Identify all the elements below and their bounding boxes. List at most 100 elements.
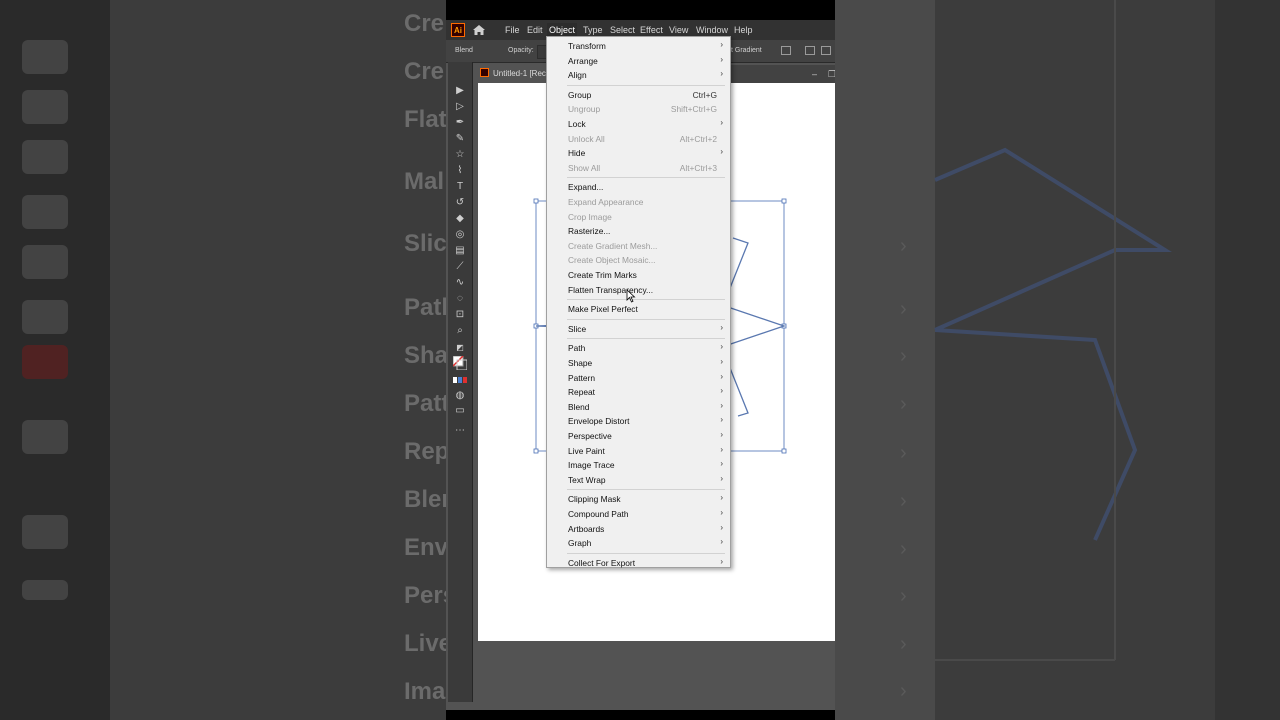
menu-item-collect-for-export[interactable]: Collect For Export › — [547, 556, 730, 570]
more-tools-icon[interactable]: ⋯ — [453, 425, 467, 437]
menu-file[interactable]: File — [503, 23, 522, 37]
menu-item-path[interactable]: Path › — [547, 341, 730, 355]
menu-item-hide[interactable]: Hide › — [547, 146, 730, 160]
menu-item-transform[interactable]: Transform › — [547, 39, 730, 53]
align-center-icon[interactable] — [821, 46, 831, 55]
menu-item-shortcut: Ctrl+G — [692, 89, 717, 100]
menu-item-slice[interactable]: Slice › — [547, 322, 730, 336]
menu-window[interactable]: Window — [694, 23, 730, 37]
menu-type[interactable]: Type — [581, 23, 605, 37]
recolor-gradient-label[interactable]: t Gradient — [731, 47, 762, 54]
menu-item-label: Pattern — [568, 372, 596, 383]
submenu-arrow-icon: › — [720, 415, 723, 425]
default-fill-stroke-icon[interactable]: ◩ — [453, 342, 467, 354]
menu-item-perspective[interactable]: Perspective › — [547, 429, 730, 443]
menu-item-expand-appearance: Expand Appearance — [547, 195, 730, 209]
submenu-arrow-icon: › — [720, 371, 723, 381]
menu-item-rasterize[interactable]: Rasterize... — [547, 224, 730, 238]
selection-tool-icon[interactable]: ▶ — [453, 85, 467, 97]
tools-panel: ▶ ▷ ✒ ✎ ☆ ⌇ T ↺ ◆ ◎ ▤ ⟋ ∿ ◌ ⊡ ⌕ ◩ ◍ ▭ ⋯ — [448, 62, 473, 702]
letterbox-top — [446, 0, 835, 20]
menu-item-pattern[interactable]: Pattern › — [547, 371, 730, 385]
document-icon — [480, 68, 489, 77]
menu-item-label: Hide — [568, 148, 586, 159]
direct-selection-tool-icon[interactable]: ▷ — [453, 101, 467, 113]
symbol-sprayer-tool-icon[interactable]: ◌ — [453, 293, 467, 305]
menu-item-compound-path[interactable]: Compound Path › — [547, 507, 730, 521]
menu-view[interactable]: View — [667, 23, 690, 37]
artboard-tool-icon[interactable]: ⊡ — [453, 309, 467, 321]
menu-effect[interactable]: Effect — [638, 23, 665, 37]
background-left-blur: Cre Cre Flat Mal Slic Path Sha Patt Rep Blen Env Pe… — [0, 0, 446, 720]
document-tab[interactable]: Untitled-1 [Reco — [476, 65, 548, 83]
menu-item-label: Arrange — [568, 55, 598, 66]
shape-builder-tool-icon[interactable]: ◎ — [453, 229, 467, 241]
curvature-tool-icon[interactable]: ✎ — [453, 133, 467, 145]
home-icon[interactable] — [471, 22, 487, 38]
ghost-menu-text: Blen — [404, 486, 446, 513]
menu-separator — [567, 318, 725, 320]
menu-item-align[interactable]: Align › — [547, 68, 730, 82]
restore-icon[interactable]: ❐ — [828, 69, 835, 80]
menu-item-make-pixel-perfect[interactable]: Make Pixel Perfect — [547, 302, 730, 316]
eyedropper-tool-icon[interactable]: ⟋ — [453, 261, 467, 273]
draw-mode-icon[interactable]: ◍ — [453, 390, 467, 402]
menu-select[interactable]: Select — [608, 23, 637, 37]
submenu-arrow-icon: › — [720, 508, 723, 517]
opacity-label: Opacity: — [508, 47, 534, 54]
ghost-chevron-icon: › — [900, 442, 907, 464]
menu-separator — [567, 177, 725, 179]
gradient-tool-icon[interactable]: ▤ — [453, 245, 467, 257]
menu-item-lock[interactable]: Lock › — [547, 117, 730, 131]
menu-item-image-trace[interactable]: Image Trace › — [547, 458, 730, 472]
zoom-tool-icon[interactable]: ⌕ — [453, 325, 467, 337]
submenu-arrow-icon: › — [720, 444, 723, 454]
menu-item-clipping-mask[interactable]: Clipping Mask › — [547, 492, 730, 506]
menu-item-artboards[interactable]: Artboards › — [547, 522, 730, 536]
transform-icon[interactable] — [781, 46, 791, 55]
align-left-icon[interactable] — [805, 46, 815, 55]
paintbrush-tool-icon[interactable]: ⌇ — [453, 165, 467, 177]
color-mode-icon[interactable] — [453, 377, 467, 389]
type-tool-icon[interactable]: T — [453, 181, 467, 193]
menu-item-group[interactable]: Group Ctrl+G — [547, 88, 730, 102]
mouse-cursor-icon — [626, 289, 636, 303]
menu-item-flatten-transparency[interactable]: Flatten Transparency... — [547, 283, 730, 297]
blend-tool-icon[interactable]: ∿ — [453, 277, 467, 289]
ghost-menu-text: Ima — [404, 678, 446, 705]
menu-edit[interactable]: Edit — [525, 23, 545, 37]
ghost-panel-edge — [1215, 0, 1280, 720]
menu-object[interactable]: Object — [547, 23, 578, 37]
menu-item-text-wrap[interactable]: Text Wrap › — [547, 473, 730, 487]
star-tool-icon[interactable]: ☆ — [453, 149, 467, 161]
fill-stroke-swatch-icon[interactable] — [452, 355, 468, 371]
menu-item-label: Repeat — [568, 387, 596, 398]
menu-item-expand[interactable]: Expand... — [547, 180, 730, 194]
menu-item-repeat[interactable]: Repeat › — [547, 385, 730, 399]
ghost-chevron-icon: › — [900, 393, 907, 415]
menu-item-graph[interactable]: Graph › — [547, 536, 730, 550]
menu-item-label: Lock — [568, 119, 586, 129]
menu-item-label: Create Object Mosaic... — [568, 255, 656, 266]
ghost-tool-icon — [22, 300, 68, 334]
screen-mode-icon[interactable]: ▭ — [453, 405, 467, 417]
menu-item-label: Group — [568, 89, 592, 100]
rotate-tool-icon[interactable]: ↺ — [453, 197, 467, 209]
menu-item-envelope-distort[interactable]: Envelope Distort › — [547, 414, 730, 428]
menu-help[interactable]: Help — [732, 23, 755, 37]
menu-item-shape[interactable]: Shape › — [547, 356, 730, 370]
eraser-tool-icon[interactable]: ◆ — [453, 213, 467, 225]
submenu-arrow-icon: › — [720, 54, 723, 64]
menu-item-label: Text Wrap — [568, 474, 606, 485]
submenu-arrow-icon: › — [720, 556, 723, 566]
menu-item-arrange[interactable]: Arrange › — [547, 54, 730, 68]
menu-item-create-trim-marks[interactable]: Create Trim Marks — [547, 268, 730, 282]
menu-item-blend[interactable]: Blend › — [547, 400, 730, 414]
menu-item-show-all: Show All Alt+Ctrl+3 — [547, 161, 730, 175]
minimize-icon[interactable]: – — [812, 69, 817, 79]
pen-tool-icon[interactable]: ✒ — [453, 117, 467, 129]
menu-item-unlock-all: Unlock All Alt+Ctrl+2 — [547, 132, 730, 146]
menu-item-label: Perspective — [568, 431, 612, 441]
ghost-tool-icon — [22, 515, 68, 549]
menu-item-live-paint[interactable]: Live Paint › — [547, 444, 730, 458]
